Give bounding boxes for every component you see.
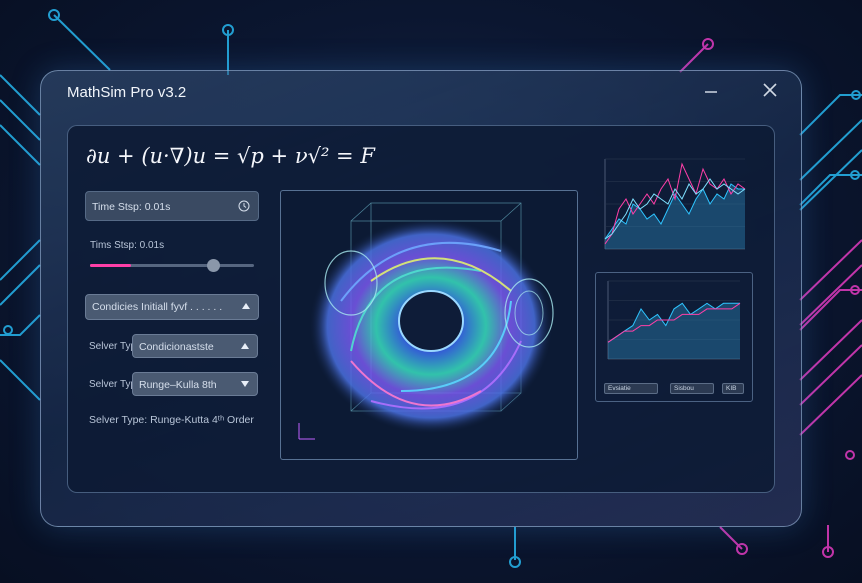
solver-type-select-1[interactable]: Condicionastste — [132, 334, 258, 358]
clock-icon — [238, 200, 250, 212]
slider-thumb[interactable] — [207, 259, 220, 272]
app-window: MathSim Pro v3.2 ∂u + (u·∇)u = √p + ν√² … — [40, 70, 802, 527]
initial-conditions-value: Condicies Initiall fyvf . . . . . . — [92, 301, 223, 313]
chart-bottom-plot — [607, 280, 741, 360]
time-step-button-label: Time Stsp: 0.01s — [92, 201, 171, 213]
chart-top — [595, 153, 753, 261]
solver-type-select-2[interactable]: Runge–Kulla 8th — [132, 372, 258, 396]
time-step-label: Tims Stsp: 0.01s — [90, 240, 165, 251]
time-step-button[interactable]: Time Stsp: 0.01s — [85, 191, 259, 221]
simulate-button[interactable]: Sisbou — [670, 383, 714, 394]
slider-fill — [90, 264, 131, 267]
time-step-slider[interactable] — [90, 259, 254, 272]
caret-down-icon — [241, 381, 249, 387]
caret-up-icon — [241, 343, 249, 349]
solver-type-value-2: Runge–Kulla 8th — [139, 379, 217, 391]
solver-type-footer: Selver Type: Runge-Kutta 4ᵗʰ Order — [89, 414, 254, 426]
close-icon[interactable] — [761, 81, 779, 99]
window-title: MathSim Pro v3.2 — [67, 84, 187, 101]
kib-button[interactable]: KIB — [722, 383, 744, 394]
fluid-vortex-render — [298, 202, 554, 440]
chart-top-plot — [604, 158, 746, 250]
main-panel: ∂u + (u·∇)u = √p + ν√² = F Time Stsp: 0.… — [67, 125, 775, 493]
equation-display: ∂u + (u·∇)u = √p + ν√² = F — [86, 144, 375, 168]
minimize-icon[interactable] — [703, 83, 719, 99]
initial-conditions-select[interactable]: Condicies Initiall fyvf . . . . . . — [85, 294, 259, 320]
evaluate-button[interactable]: Evsiatie — [604, 383, 658, 394]
caret-up-icon — [242, 303, 250, 309]
3d-viewport[interactable] — [280, 190, 578, 460]
solver-type-value-1: Condicionastste — [139, 341, 214, 353]
chart-bottom: Evsiatie Sisbou KIB — [595, 272, 753, 402]
